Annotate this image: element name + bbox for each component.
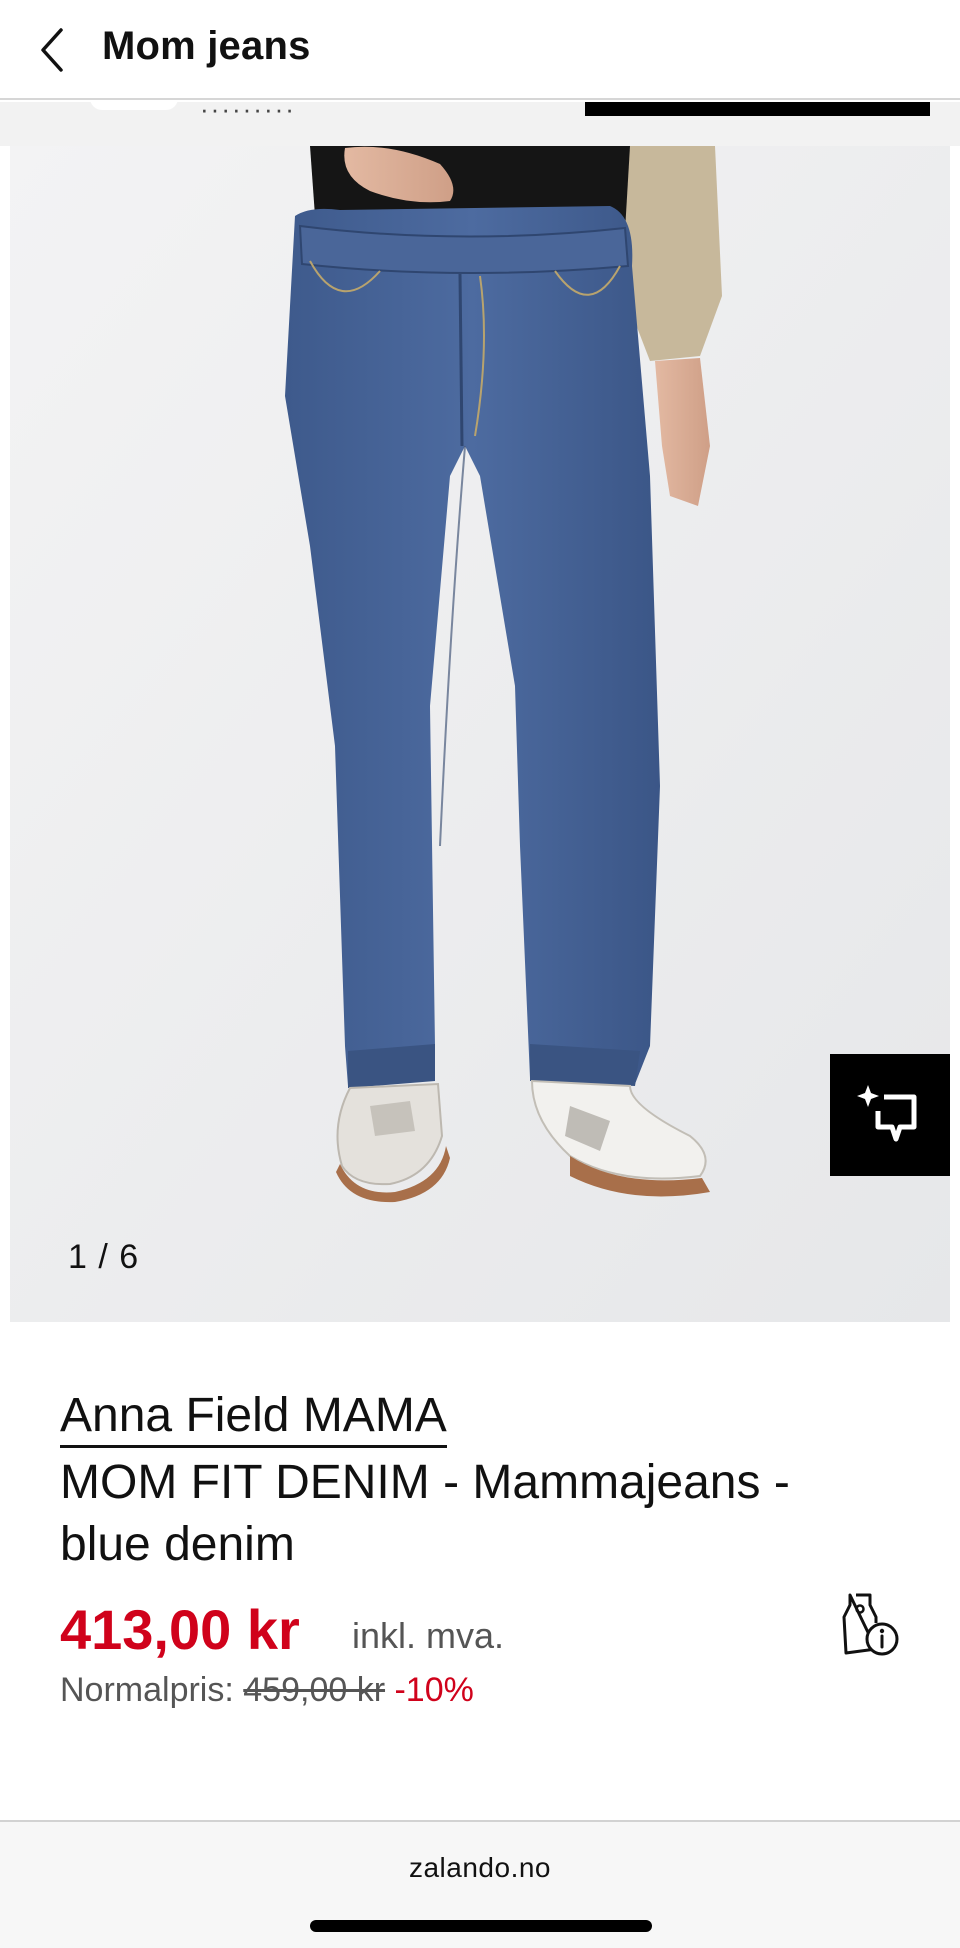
product-image-gallery[interactable]: 1 / 6	[10, 146, 950, 1322]
scrolled-content-strip: ·········	[0, 102, 960, 146]
product-name: MOM FIT DENIM - Mammajeans - blue denim	[60, 1456, 790, 1571]
normal-price-value: 459,00 kr	[243, 1671, 386, 1709]
sparkle-search-icon	[857, 1085, 917, 1142]
normal-price-label: Normalpris:	[60, 1671, 234, 1709]
product-page: Mom jeans ········· 1 / 6 Anna Field MAM…	[0, 0, 960, 1948]
normal-price-row: Normalpris: 459,00 kr -10%	[60, 1668, 474, 1712]
ai-visual-search-button[interactable]	[830, 1054, 950, 1176]
scrolled-pill	[90, 102, 178, 110]
price-tag-info-icon	[842, 1593, 899, 1656]
image-counter: 1 / 6	[68, 1238, 140, 1276]
chevron-left-icon	[41, 28, 63, 72]
address-domain[interactable]: zalando.no	[0, 1852, 960, 1884]
vat-note: inkl. mva.	[352, 1615, 505, 1656]
browser-bottom-bar: zalando.no	[0, 1820, 960, 1948]
back-button[interactable]	[28, 20, 76, 80]
sale-price: 413,00 kr	[60, 1598, 300, 1661]
scrolled-black-bar	[585, 102, 930, 116]
price-info-button[interactable]	[836, 1590, 902, 1658]
scrolled-stars: ·········	[200, 102, 296, 124]
page-title: Mom jeans	[102, 24, 311, 68]
top-navigation-bar: Mom jeans	[0, 0, 960, 100]
product-photo	[10, 146, 950, 1322]
discount-badge: -10%	[394, 1671, 474, 1709]
brand-link[interactable]: Anna Field MAMA	[60, 1388, 447, 1448]
home-indicator[interactable]	[310, 1920, 652, 1932]
